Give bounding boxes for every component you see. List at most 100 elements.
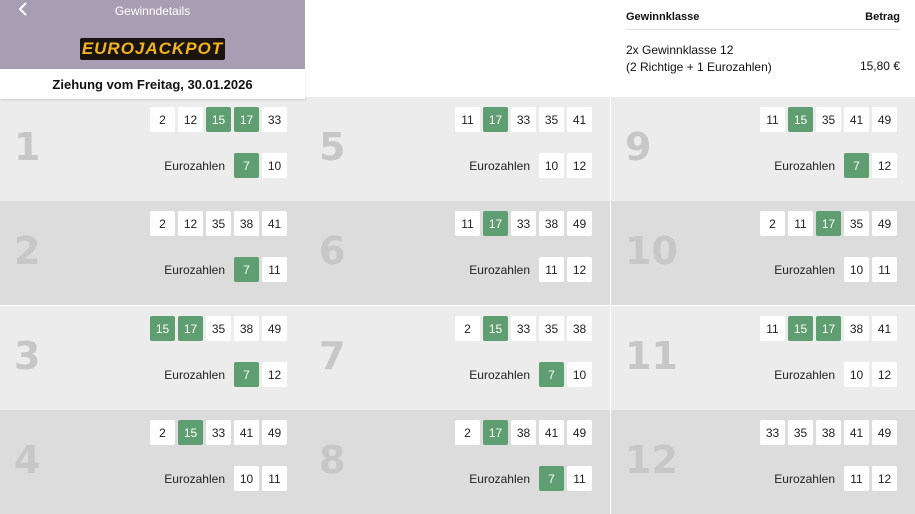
euro-label: Eurozahlen <box>774 262 835 277</box>
euro-numbers: Eurozahlen 10 12 <box>774 362 897 387</box>
ticket-number: 9 <box>625 125 652 169</box>
main-number: 33 <box>511 316 536 341</box>
main-numbers: 11 17 33 35 41 <box>455 107 592 132</box>
prize-class: 2x Gewinnklasse 12 (2 Richtige + 1 Euroz… <box>626 42 772 76</box>
euro-number: 12 <box>262 362 287 387</box>
euro-number: 10 <box>234 466 259 491</box>
euro-number: 11 <box>262 466 287 491</box>
main-numbers: 2 15 33 35 38 <box>455 316 592 341</box>
ticket-number: 6 <box>319 229 346 273</box>
prize-class-header: Gewinnklasse <box>626 11 700 23</box>
euro-number: 11 <box>567 466 592 491</box>
main-number: 38 <box>234 316 259 341</box>
main-numbers: 2 15 33 41 49 <box>150 420 287 445</box>
main-number-hit: 15 <box>150 316 175 341</box>
main-numbers: 11 15 17 38 41 <box>760 316 897 341</box>
prize-panel: Gewinnklasse Betrag 2x Gewinnklasse 12 (… <box>612 0 915 95</box>
euro-number: 12 <box>872 362 897 387</box>
main-number: 49 <box>567 211 592 236</box>
main-numbers: 2 12 15 17 33 <box>150 107 287 132</box>
ticket-number: 2 <box>14 229 41 273</box>
euro-number: 10 <box>567 362 592 387</box>
ticket-block: 1 2 12 15 17 33 Eurozahlen 7 10 <box>0 97 305 201</box>
main-number: 41 <box>539 420 564 445</box>
ticket-number: 8 <box>319 438 346 482</box>
euro-numbers: Eurozahlen 7 11 <box>164 257 287 282</box>
ticket-number: 7 <box>319 334 346 378</box>
ticket-block: 10 2 11 17 35 49 Eurozahlen 10 11 <box>611 201 915 305</box>
ticket-block: 6 11 17 33 38 49 Eurozahlen 11 12 <box>305 201 610 305</box>
main-number: 35 <box>539 316 564 341</box>
euro-number: 10 <box>262 153 287 178</box>
euro-numbers: Eurozahlen 11 12 <box>469 257 592 282</box>
main-number: 41 <box>844 107 869 132</box>
euro-label: Eurozahlen <box>164 471 225 486</box>
main-number: 41 <box>567 107 592 132</box>
euro-numbers: Eurozahlen 10 11 <box>164 466 287 491</box>
prize-class-line1: 2x Gewinnklasse 12 <box>626 43 734 57</box>
main-number: 49 <box>567 420 592 445</box>
main-number: 35 <box>539 107 564 132</box>
main-number: 2 <box>760 211 785 236</box>
euro-number: 12 <box>872 153 897 178</box>
euro-label: Eurozahlen <box>774 367 835 382</box>
euro-label: Eurozahlen <box>469 262 530 277</box>
euro-number: 10 <box>844 257 869 282</box>
main-numbers: 2 17 38 41 49 <box>455 420 592 445</box>
main-number: 2 <box>150 420 175 445</box>
euro-number: 11 <box>539 257 564 282</box>
euro-numbers: Eurozahlen 11 12 <box>774 466 897 491</box>
main-number-hit: 15 <box>178 420 203 445</box>
euro-number: 10 <box>539 153 564 178</box>
main-number: 41 <box>844 420 869 445</box>
ticket-block: 7 2 15 33 35 38 Eurozahlen 7 10 <box>305 306 610 410</box>
euro-label: Eurozahlen <box>164 262 225 277</box>
prize-amount: 15,80 € <box>859 59 900 73</box>
main-number: 49 <box>262 316 287 341</box>
euro-label: Eurozahlen <box>469 471 530 486</box>
main-number-hit: 15 <box>483 316 508 341</box>
main-number: 33 <box>760 420 785 445</box>
main-number-hit: 17 <box>483 107 508 132</box>
main-number: 38 <box>539 211 564 236</box>
main-number: 38 <box>844 316 869 341</box>
main-numbers: 11 17 33 38 49 <box>455 211 592 236</box>
main-number-hit: 17 <box>178 316 203 341</box>
main-number: 11 <box>455 107 480 132</box>
euro-numbers: Eurozahlen 10 11 <box>774 257 897 282</box>
ticket-number: 10 <box>625 229 678 273</box>
euro-number-hit: 7 <box>234 153 259 178</box>
main-number: 49 <box>872 107 897 132</box>
euro-number-hit: 7 <box>234 257 259 282</box>
draw-date: Ziehung vom Freitag, 30.01.2026 <box>0 69 305 99</box>
main-number: 41 <box>872 316 897 341</box>
main-number-hit: 17 <box>816 316 841 341</box>
euro-numbers: Eurozahlen 7 10 <box>164 153 287 178</box>
app-header: Gewinndetails EUROJACKPOT <box>0 0 305 69</box>
main-number: 33 <box>262 107 287 132</box>
main-number-hit: 17 <box>483 211 508 236</box>
main-numbers: 33 35 38 41 49 <box>760 420 897 445</box>
main-number: 38 <box>234 211 259 236</box>
euro-label: Eurozahlen <box>164 158 225 173</box>
main-number-hit: 17 <box>234 107 259 132</box>
euro-number-hit: 7 <box>539 466 564 491</box>
ticket-block: 2 2 12 35 38 41 Eurozahlen 7 11 <box>0 201 305 305</box>
main-number: 2 <box>455 420 480 445</box>
ticket-number: 3 <box>14 334 41 378</box>
main-number: 11 <box>760 107 785 132</box>
main-number: 33 <box>511 107 536 132</box>
ticket-number: 12 <box>625 438 678 482</box>
main-number: 35 <box>206 316 231 341</box>
main-number: 38 <box>511 420 536 445</box>
prize-class-line2: (2 Richtige + 1 Eurozahlen) <box>626 60 772 74</box>
ticket-block: 3 15 17 35 38 49 Eurozahlen 7 12 <box>0 306 305 410</box>
euro-number: 12 <box>567 257 592 282</box>
prize-amount-header: Betrag <box>865 11 900 23</box>
main-number: 41 <box>234 420 259 445</box>
main-number-hit: 15 <box>788 107 813 132</box>
main-number: 11 <box>760 316 785 341</box>
ticket-number: 11 <box>625 334 678 378</box>
main-number: 38 <box>567 316 592 341</box>
euro-label: Eurozahlen <box>469 158 530 173</box>
